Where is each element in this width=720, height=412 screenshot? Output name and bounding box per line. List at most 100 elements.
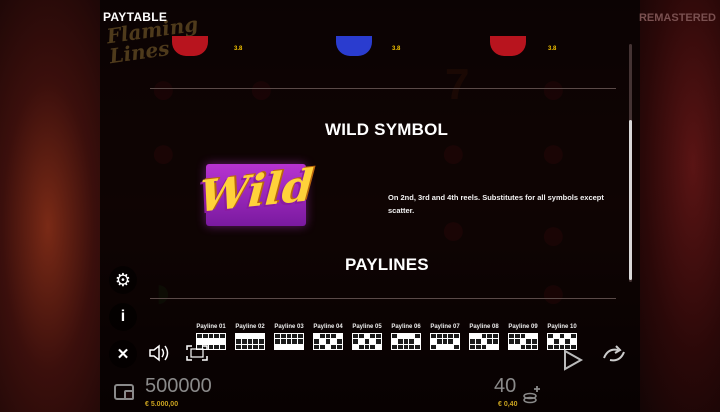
payline-cell bbox=[247, 344, 253, 349]
payline-cell bbox=[364, 334, 370, 339]
payline-cell bbox=[286, 344, 292, 349]
payline-cell bbox=[553, 339, 559, 344]
balance-credits: 500000 bbox=[145, 375, 212, 397]
payline-cell bbox=[409, 344, 415, 349]
payline-cell bbox=[442, 339, 448, 344]
payline-label: Payline 04 bbox=[313, 324, 343, 330]
payline-cell bbox=[475, 344, 481, 349]
payline-cell bbox=[565, 339, 571, 344]
autoplay-button[interactable] bbox=[600, 340, 628, 368]
coins-plus-icon bbox=[523, 386, 540, 404]
payline-pattern bbox=[391, 333, 421, 350]
info-button[interactable]: i bbox=[109, 303, 137, 331]
fullscreen-button[interactable] bbox=[185, 344, 209, 367]
payline-cell bbox=[436, 334, 442, 339]
payline-cell bbox=[481, 334, 487, 339]
fullscreen-icon bbox=[186, 345, 208, 361]
wild-symbol-badge: Wild bbox=[178, 160, 334, 230]
section-divider bbox=[150, 88, 616, 89]
payline-cell bbox=[298, 334, 303, 339]
payline-cell bbox=[241, 334, 247, 339]
spin-button[interactable] bbox=[560, 348, 584, 372]
payline-cell bbox=[442, 344, 448, 349]
payline-cell bbox=[415, 339, 420, 344]
payline-cell bbox=[286, 334, 292, 339]
payline-label: Payline 03 bbox=[274, 324, 304, 330]
payline-cell bbox=[236, 339, 241, 344]
payline-cell bbox=[325, 339, 331, 344]
wild-badge-text: Wild bbox=[197, 160, 315, 223]
payline-cell bbox=[470, 344, 475, 349]
payline-cell bbox=[236, 334, 241, 339]
payline-cell bbox=[247, 334, 253, 339]
payline-cell bbox=[403, 334, 409, 339]
payline-cell bbox=[409, 339, 415, 344]
payline-cell bbox=[470, 339, 475, 344]
payline-cell bbox=[553, 334, 559, 339]
payline-cell bbox=[197, 334, 202, 339]
payline-cell bbox=[448, 344, 454, 349]
settings-button[interactable]: ⚙ bbox=[109, 266, 137, 294]
payline-cell bbox=[548, 334, 553, 339]
payline-cell bbox=[487, 344, 493, 349]
payline-cell bbox=[370, 339, 376, 344]
close-button[interactable]: ✕ bbox=[109, 340, 137, 368]
payline-pattern bbox=[313, 333, 343, 350]
payline-cell bbox=[553, 344, 559, 349]
scrollbar-thumb[interactable] bbox=[629, 120, 632, 280]
payline-cell bbox=[481, 339, 487, 344]
payline-cell bbox=[358, 334, 364, 339]
paytable-title: PAYTABLE bbox=[103, 10, 168, 24]
payline-item: Payline 10 bbox=[543, 324, 581, 350]
payline-cell bbox=[392, 339, 397, 344]
payline-cell bbox=[298, 344, 303, 349]
autoplay-icon bbox=[603, 345, 625, 362]
payline-cell bbox=[470, 334, 475, 339]
payline-cell bbox=[397, 344, 403, 349]
sound-button[interactable] bbox=[148, 344, 172, 367]
bet-coins-button[interactable] bbox=[522, 384, 542, 409]
payline-cell bbox=[571, 339, 576, 344]
payline-pattern bbox=[274, 333, 304, 350]
payline-cell bbox=[353, 339, 358, 344]
payline-item: Payline 03 bbox=[270, 324, 308, 350]
payline-cell bbox=[220, 339, 225, 344]
payline-cell bbox=[454, 339, 459, 344]
payline-label: Payline 07 bbox=[430, 324, 460, 330]
payline-cell bbox=[314, 334, 319, 339]
payline-cell bbox=[514, 334, 520, 339]
payline-cell bbox=[526, 334, 532, 339]
payline-cell bbox=[454, 344, 459, 349]
section-divider bbox=[150, 298, 616, 299]
payline-cell bbox=[526, 344, 532, 349]
payline-cell bbox=[319, 334, 325, 339]
payline-cell bbox=[376, 339, 381, 344]
payline-cell bbox=[292, 334, 298, 339]
payline-cell bbox=[314, 344, 319, 349]
payline-cell bbox=[509, 334, 514, 339]
payline-cell bbox=[280, 339, 286, 344]
payline-cell bbox=[493, 334, 498, 339]
payline-cell bbox=[370, 334, 376, 339]
close-icon: ✕ bbox=[116, 346, 130, 363]
payline-cell bbox=[337, 339, 342, 344]
symbol-payout: 3.8 bbox=[548, 46, 557, 52]
payline-item: Payline 09 bbox=[504, 324, 542, 350]
payline-cell bbox=[571, 334, 576, 339]
payline-cell bbox=[559, 334, 565, 339]
payline-cell bbox=[214, 334, 220, 339]
payline-cell bbox=[337, 334, 342, 339]
payline-item: Payline 02 bbox=[231, 324, 269, 350]
payline-cell bbox=[208, 334, 214, 339]
payline-label: Payline 08 bbox=[469, 324, 499, 330]
speaker-icon bbox=[149, 344, 169, 362]
wild-symbol-title: WILD SYMBOL bbox=[325, 120, 449, 139]
payline-cell bbox=[208, 344, 214, 349]
payline-cell bbox=[253, 344, 259, 349]
paylines-title: PAYLINES bbox=[345, 255, 429, 274]
info-icon: i bbox=[120, 308, 126, 325]
balance-money: € 5.000,00 bbox=[145, 401, 179, 408]
payline-cell bbox=[319, 344, 325, 349]
payline-cell bbox=[280, 334, 286, 339]
payline-cell bbox=[487, 334, 493, 339]
